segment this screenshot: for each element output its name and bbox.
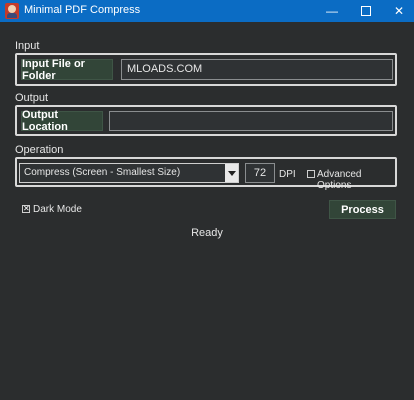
maximize-button[interactable] xyxy=(350,0,382,22)
operation-selected-value: Compress (Screen - Smallest Size) xyxy=(24,167,181,178)
minimize-icon: — xyxy=(326,4,338,18)
window-title: Minimal PDF Compress xyxy=(24,4,141,16)
output-path-field[interactable] xyxy=(109,111,393,131)
dpi-input[interactable]: 72 xyxy=(245,163,275,183)
close-icon: ✕ xyxy=(393,4,405,18)
advanced-options-label[interactable]: Advanced Options xyxy=(317,169,395,191)
dark-mode-checkbox[interactable]: ✕ xyxy=(22,205,30,213)
operation-section-label: Operation xyxy=(15,144,64,156)
output-location-button[interactable]: Output Location xyxy=(21,109,103,133)
advanced-options-checkbox[interactable] xyxy=(307,170,315,178)
output-section-label: Output xyxy=(15,92,49,104)
dark-mode-label[interactable]: Dark Mode xyxy=(33,204,82,215)
maximize-icon xyxy=(361,6,371,16)
process-button[interactable]: Process xyxy=(329,200,396,219)
input-file-button[interactable]: Input File or Folder xyxy=(21,58,113,82)
minimize-button[interactable]: — xyxy=(316,0,348,22)
operation-group: Compress (Screen - Smallest Size) 72 DPI… xyxy=(15,157,397,191)
app-icon xyxy=(5,3,19,19)
input-group: Input File or Folder MLOADS.COM xyxy=(15,53,397,86)
operation-select[interactable]: Compress (Screen - Smallest Size) xyxy=(19,163,239,183)
input-path-field[interactable]: MLOADS.COM xyxy=(121,59,393,80)
dpi-label: DPI xyxy=(279,169,296,180)
status-text: Ready xyxy=(191,227,223,239)
title-bar[interactable]: Minimal PDF Compress — ✕ xyxy=(0,0,414,22)
output-group: Output Location xyxy=(15,105,397,136)
close-button[interactable]: ✕ xyxy=(383,0,414,22)
check-icon: ✕ xyxy=(23,204,30,213)
input-section-label: Input xyxy=(15,40,40,52)
chevron-down-icon[interactable] xyxy=(225,164,238,182)
